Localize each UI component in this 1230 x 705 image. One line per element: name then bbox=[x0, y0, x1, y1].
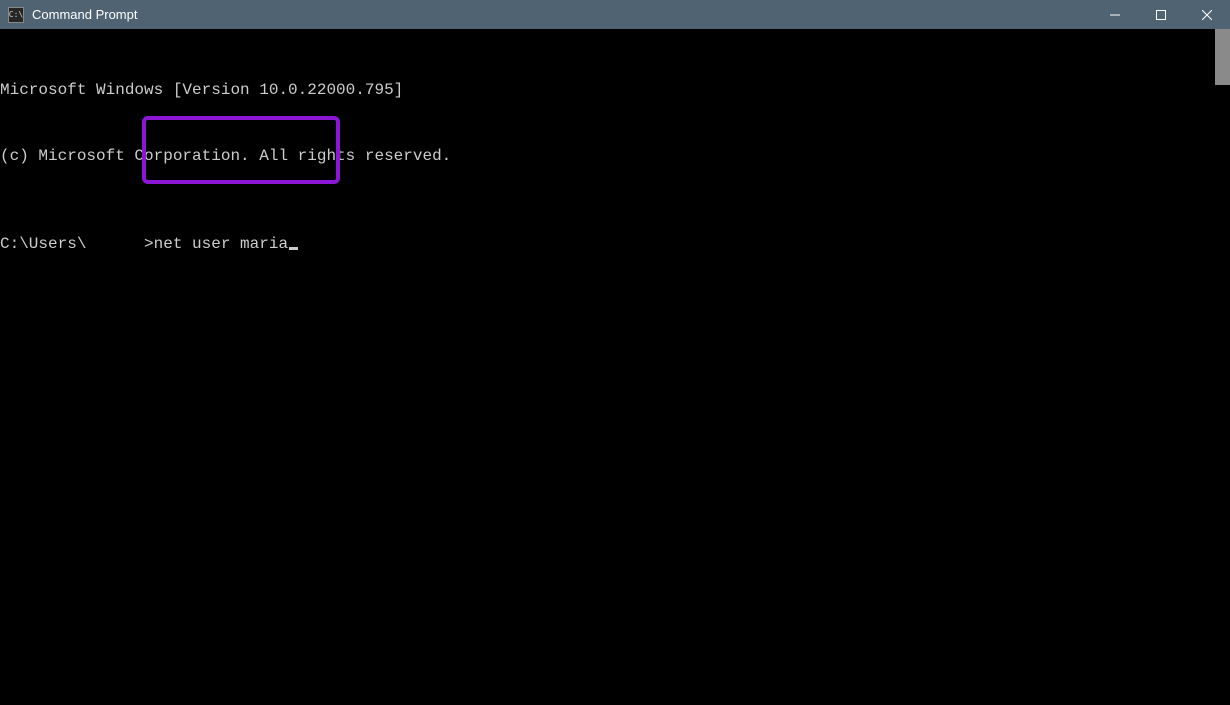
window-title: Command Prompt bbox=[32, 7, 1092, 22]
terminal-body[interactable]: Microsoft Windows [Version 10.0.22000.79… bbox=[0, 29, 1230, 705]
window-controls bbox=[1092, 0, 1230, 29]
text-cursor bbox=[289, 247, 298, 250]
command-prompt-window: C:\ Command Prompt Microsoft Windows [Ve… bbox=[0, 0, 1230, 705]
cmd-icon: C:\ bbox=[8, 7, 24, 23]
maximize-icon bbox=[1156, 10, 1166, 20]
minimize-icon bbox=[1110, 10, 1120, 20]
close-icon bbox=[1202, 10, 1212, 20]
close-button[interactable] bbox=[1184, 0, 1230, 29]
maximize-button[interactable] bbox=[1138, 0, 1184, 29]
prompt-command: net user maria bbox=[154, 235, 288, 253]
terminal-prompt-line: C:\Users\ >net user maria bbox=[0, 233, 1228, 255]
terminal-line-version: Microsoft Windows [Version 10.0.22000.79… bbox=[0, 79, 1228, 101]
titlebar[interactable]: C:\ Command Prompt bbox=[0, 0, 1230, 29]
minimize-button[interactable] bbox=[1092, 0, 1138, 29]
scrollbar-thumb[interactable] bbox=[1215, 29, 1230, 85]
terminal-line-copyright: (c) Microsoft Corporation. All rights re… bbox=[0, 145, 1228, 167]
prompt-path: C:\Users\ > bbox=[0, 235, 154, 253]
